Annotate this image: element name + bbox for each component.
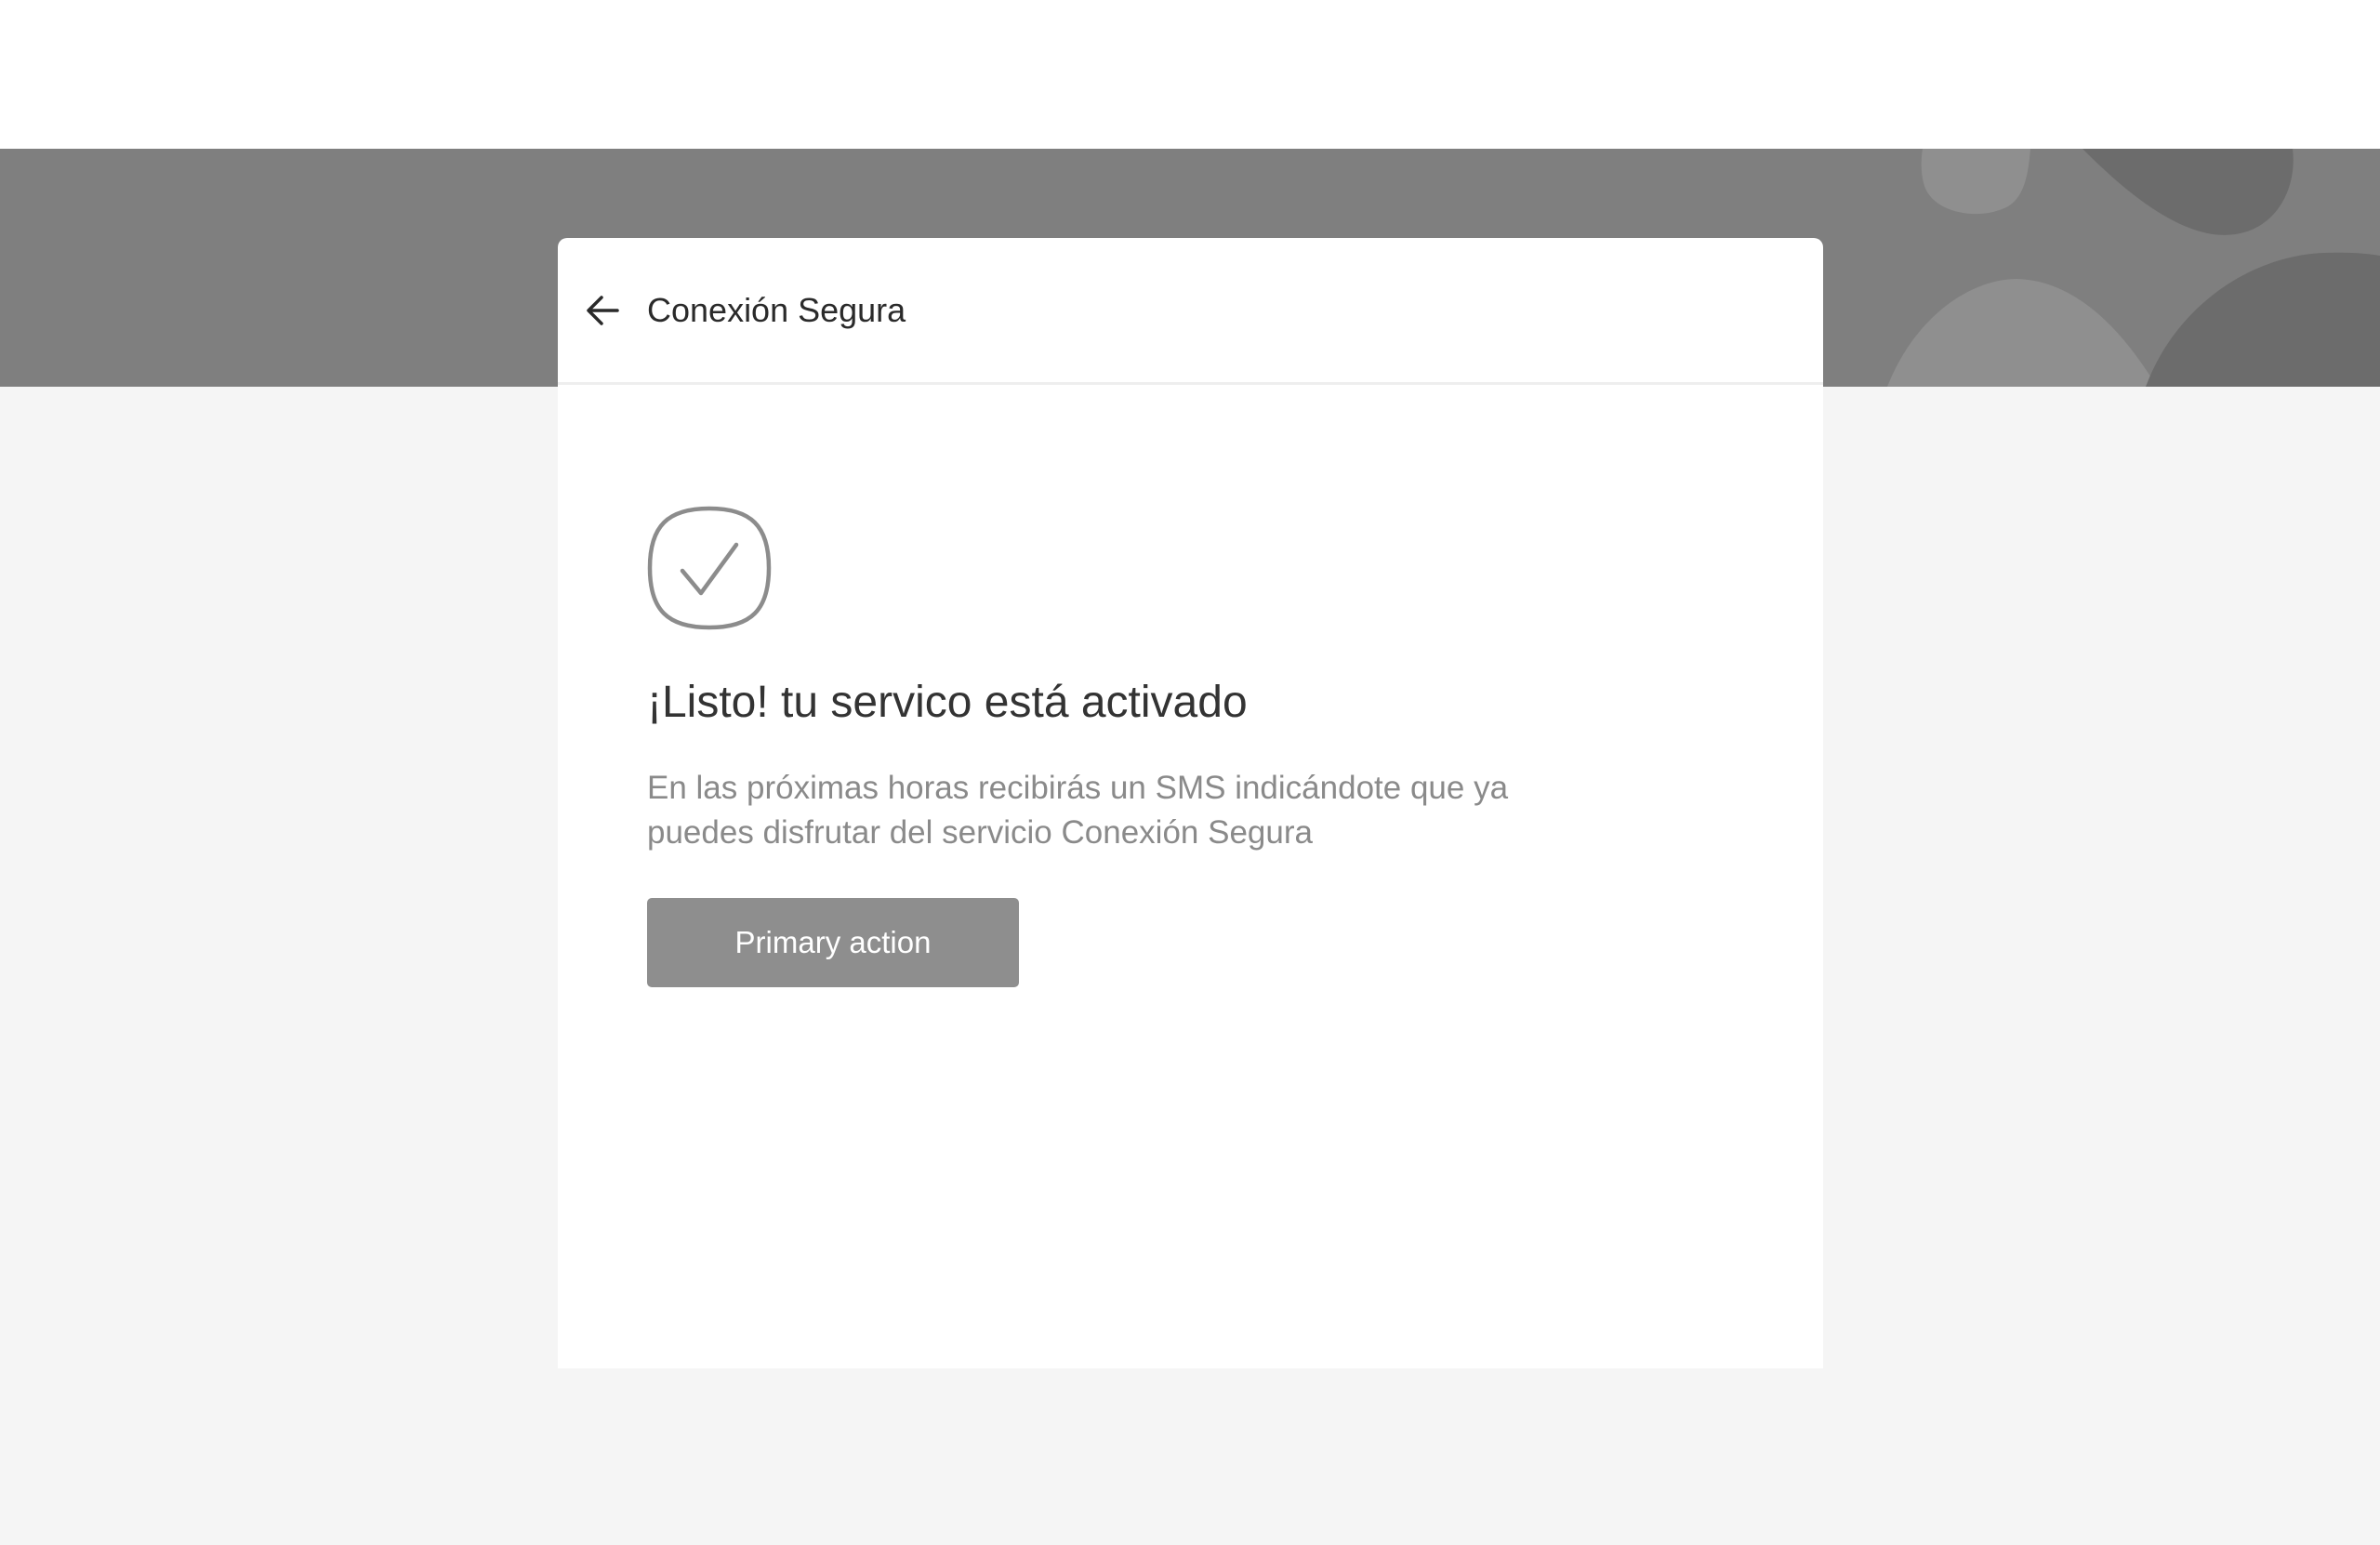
checkmark-rounded-square-icon	[647, 506, 772, 630]
content-card: Conexión Segura ¡Listo! tu servico está …	[558, 238, 1823, 1368]
back-button[interactable]	[578, 286, 627, 335]
page-title: Conexión Segura	[647, 291, 906, 329]
top-bar	[0, 0, 2380, 149]
success-description: En las próximas horas recibirás un SMS i…	[647, 770, 1509, 851]
card-header: Conexión Segura	[558, 238, 1823, 385]
primary-action-button[interactable]: Primary action	[647, 898, 1019, 987]
success-title: ¡Listo! tu servico está activado	[647, 678, 1248, 727]
arrow-left-icon	[587, 296, 619, 325]
